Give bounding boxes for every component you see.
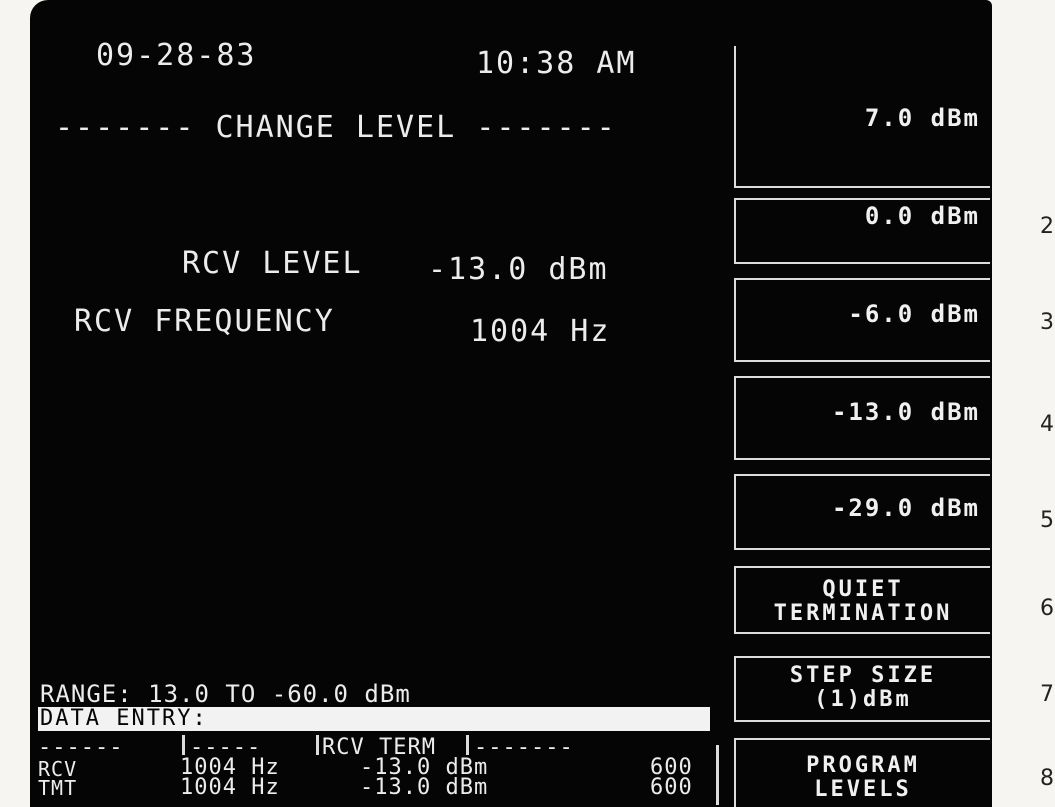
softkey-6-line1: QUIET	[822, 577, 904, 602]
rcv-frequency-label: RCV FREQUENCY	[74, 304, 335, 339]
key-number-8: 8	[1040, 766, 1054, 791]
softkey-5-label: -29.0 dBm	[831, 494, 980, 522]
softkey-7-line2: (1)dBm	[814, 687, 912, 712]
tmt-row-level: -13.0 dBm	[360, 775, 489, 800]
divider-marker-3	[466, 735, 469, 755]
softkey-2-label: 0.0 dBm	[864, 202, 980, 230]
status-edge-line	[716, 745, 719, 805]
divider-marker-2	[316, 735, 319, 755]
softkey-3-label: -6.0 dBm	[848, 300, 980, 328]
key-number-5: 5	[1040, 508, 1054, 533]
range-text: RANGE: 13.0 TO -60.0 dBm	[40, 680, 411, 708]
softkey-2-0dbm[interactable]: 0.0 dBm	[734, 198, 990, 264]
key-number-7: 7	[1040, 682, 1054, 707]
softkey-8-line1: PROGRAM	[806, 753, 920, 778]
softkey-1-label: 7.0 dBm	[864, 104, 980, 132]
softkey-4-minus13dbm[interactable]: -13.0 dBm	[734, 376, 990, 460]
tmt-row-name: TMT	[38, 776, 78, 800]
softkey-8-program-levels[interactable]: PROGRAM LEVELS	[734, 738, 990, 807]
key-number-2: 2	[1040, 214, 1054, 239]
status-divider-right: -------	[474, 735, 574, 760]
softkey-8-line2: LEVELS	[814, 777, 912, 802]
softkey-3-minus6dbm[interactable]: -6.0 dBm	[734, 278, 990, 362]
key-number-6: 6	[1040, 596, 1054, 621]
key-number-4: 4	[1040, 412, 1054, 437]
softkey-6-quiet-termination[interactable]: QUIET TERMINATION	[734, 566, 990, 634]
rcv-frequency-value: 1004 Hz	[470, 314, 611, 349]
screen-title: ------- CHANGE LEVEL -------	[55, 110, 617, 145]
rcv-level-label: RCV LEVEL	[182, 246, 363, 281]
data-entry-label: DATA ENTRY:	[40, 706, 208, 731]
softkey-7-line1: STEP SIZE	[789, 663, 937, 688]
softkey-7-step-size[interactable]: STEP SIZE (1)dBm	[734, 656, 990, 722]
softkey-1-7dbm[interactable]: 7.0 dBm	[734, 46, 990, 188]
date-display: 09-28-83	[96, 38, 257, 73]
tmt-row-freq: 1004 Hz	[180, 775, 280, 800]
divider-marker-1	[182, 735, 185, 755]
softkey-4-label: -13.0 dBm	[831, 398, 980, 426]
tmt-row-impedance: 600	[650, 775, 693, 800]
time-display: 10:38 AM	[476, 46, 637, 81]
rcv-level-value: -13.0 dBm	[428, 252, 609, 287]
softkey-6-line2: TERMINATION	[773, 601, 953, 626]
softkey-5-minus29dbm[interactable]: -29.0 dBm	[734, 474, 990, 550]
key-number-3: 3	[1040, 310, 1054, 335]
data-entry-field[interactable]: DATA ENTRY:	[38, 707, 710, 731]
